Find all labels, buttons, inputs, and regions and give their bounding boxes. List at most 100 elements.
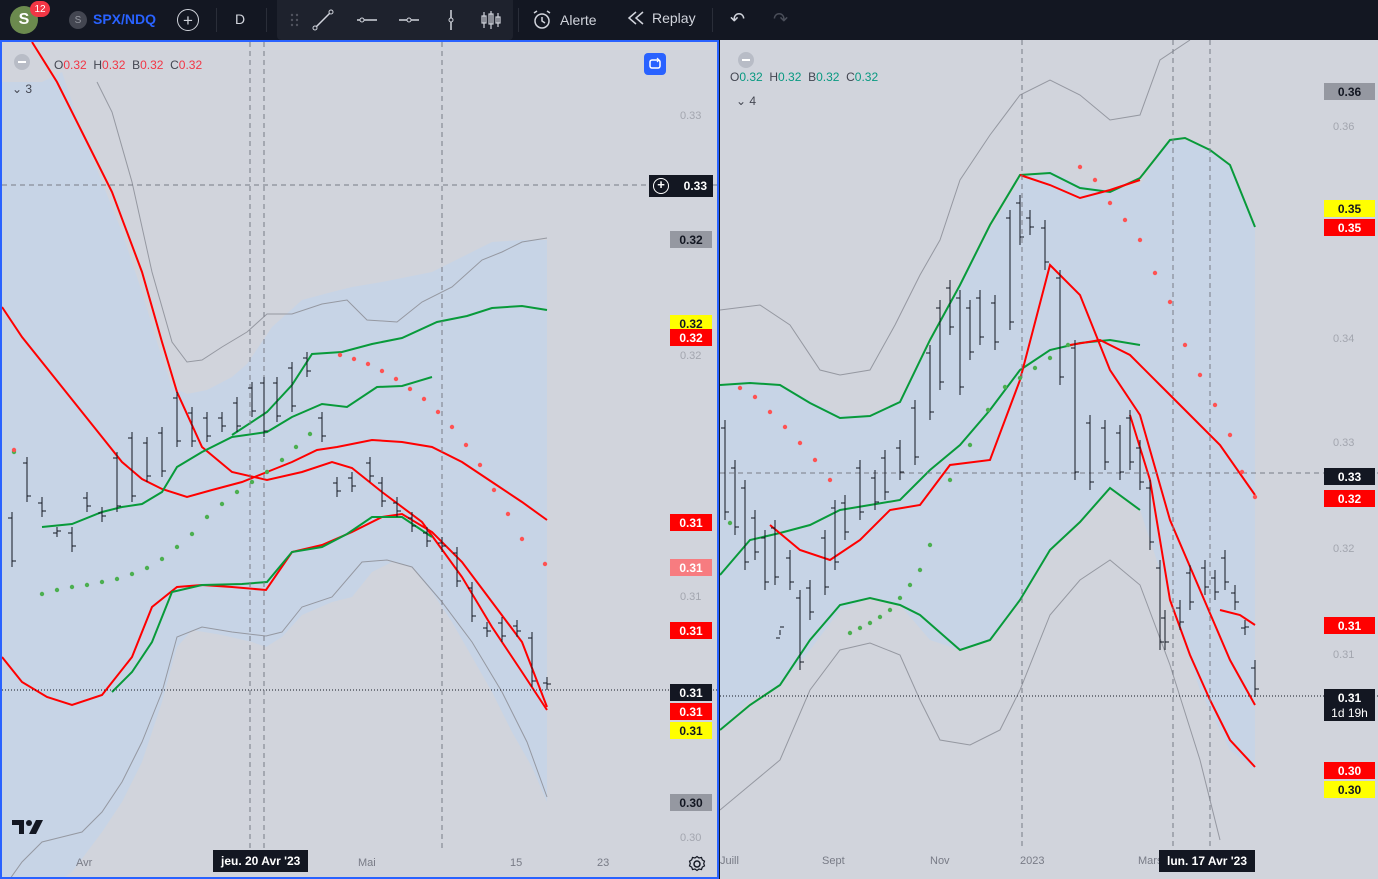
crosshair-time-tag: lun. 17 Avr '23 bbox=[1159, 850, 1255, 872]
chart-pane-left[interactable]: O0.32 H0.32 B0.32 C0.32 ⌄ 3 + 0.33 0.32 0… bbox=[0, 40, 719, 879]
psar-dot bbox=[1122, 217, 1128, 223]
crosshair-price: 0.33 bbox=[683, 179, 707, 193]
symbol-icon: S bbox=[69, 11, 87, 29]
price-tag: 0.35 bbox=[1324, 219, 1375, 236]
psar-dot bbox=[1239, 469, 1245, 475]
horizontal-ray-icon[interactable] bbox=[355, 8, 379, 32]
toolbar-divider bbox=[712, 8, 713, 32]
price-tag: 0.31 bbox=[670, 684, 712, 701]
left-price-chart[interactable] bbox=[2, 42, 717, 877]
chart-pane-right[interactable]: O0.32 H0.32 B0.32 C0.32 ⌄ 4 0.36 0.35 0.35… bbox=[719, 40, 1378, 879]
psar-dot bbox=[857, 625, 863, 631]
price-scale-label: 0.33 bbox=[1333, 437, 1355, 449]
psar-dot bbox=[1092, 177, 1098, 183]
psar-dot bbox=[907, 582, 913, 588]
indicator-count: 3 bbox=[25, 82, 33, 96]
psar-dot bbox=[159, 556, 165, 562]
psar-dot bbox=[54, 587, 60, 593]
psar-dot bbox=[782, 424, 788, 430]
psar-dot bbox=[293, 444, 299, 450]
psar-dot bbox=[1227, 432, 1233, 438]
psar-dot bbox=[189, 531, 195, 537]
psar-dot bbox=[985, 407, 991, 413]
interval-button[interactable]: D bbox=[235, 11, 245, 27]
horizontal-line-icon[interactable] bbox=[397, 8, 421, 32]
psar-dot bbox=[234, 489, 240, 495]
undo-icon[interactable]: ↶ bbox=[730, 9, 745, 30]
time-axis-label: Sept bbox=[822, 855, 845, 867]
psar-dot bbox=[421, 396, 427, 402]
psar-dot bbox=[307, 431, 313, 437]
psar-dot bbox=[927, 542, 933, 548]
psar-dot bbox=[505, 511, 511, 517]
vertical-line-icon[interactable] bbox=[439, 8, 463, 32]
psar-dot bbox=[827, 477, 833, 483]
legend-collapse-button[interactable] bbox=[14, 54, 30, 70]
replay-label: Replay bbox=[652, 10, 696, 26]
psar-dot bbox=[11, 447, 17, 453]
psar-dot bbox=[737, 385, 743, 391]
trend-line-icon[interactable] bbox=[311, 8, 335, 32]
psar-dot bbox=[727, 520, 733, 526]
psar-dot bbox=[393, 376, 399, 382]
ohlc-legend: O0.32 H0.32 B0.32 C0.32 bbox=[54, 58, 203, 72]
time-axis-label: 2023 bbox=[1020, 855, 1045, 867]
psar-dot bbox=[1032, 365, 1038, 371]
legend-collapse-button[interactable] bbox=[738, 52, 754, 68]
sync-icon[interactable] bbox=[644, 53, 666, 75]
price-tag: 0.31 bbox=[670, 559, 712, 576]
indicator-toggle[interactable]: ⌄ 3 bbox=[12, 82, 32, 96]
toolbar-divider bbox=[518, 8, 519, 32]
alarm-clock-icon bbox=[533, 10, 551, 29]
gear-icon[interactable] bbox=[688, 855, 706, 873]
drag-handle-icon[interactable] bbox=[283, 8, 307, 32]
psar-dot bbox=[877, 614, 883, 620]
psar-dot bbox=[129, 571, 135, 577]
psar-dot bbox=[797, 440, 803, 446]
psar-dot bbox=[435, 409, 441, 415]
price-scale-label: 0.32 bbox=[1333, 543, 1355, 555]
price-scale-label: 0.30 bbox=[680, 832, 702, 844]
psar-dot bbox=[1107, 200, 1113, 206]
psar-dot bbox=[264, 469, 270, 475]
channel-fill bbox=[720, 140, 1255, 770]
bar-countdown: 1d 19h bbox=[1324, 704, 1375, 721]
psar-dot bbox=[867, 620, 873, 626]
candles-icon[interactable] bbox=[479, 8, 503, 32]
psar-dot bbox=[1252, 494, 1258, 500]
psar-dot bbox=[39, 591, 45, 597]
psar-dot bbox=[752, 394, 758, 400]
right-price-chart[interactable] bbox=[720, 40, 1378, 879]
psar-dot bbox=[204, 514, 210, 520]
price-tag: 0.36 bbox=[1324, 83, 1375, 100]
psar-dot bbox=[1212, 402, 1218, 408]
redo-icon[interactable]: ↷ bbox=[773, 9, 788, 30]
psar-dot bbox=[69, 584, 75, 590]
alert-button[interactable]: Alerte bbox=[530, 8, 597, 32]
tradingview-logo-icon[interactable] bbox=[12, 816, 48, 836]
time-axis-label: Juill bbox=[720, 855, 739, 867]
symbol-search-button[interactable]: SPX/NDQ bbox=[93, 11, 156, 27]
toolbar-divider bbox=[266, 8, 267, 32]
psar-dot bbox=[477, 462, 483, 468]
price-tag: 0.35 bbox=[1324, 200, 1375, 217]
psar-dot bbox=[1182, 342, 1188, 348]
price-tag: 0.31 bbox=[1324, 617, 1375, 634]
replay-button[interactable]: Replay bbox=[626, 8, 696, 28]
price-tag: 0.31 bbox=[670, 514, 712, 531]
psar-dot bbox=[767, 409, 773, 415]
toolbar-divider bbox=[216, 8, 217, 32]
psar-dot bbox=[847, 630, 853, 636]
crosshair-time-tag: jeu. 20 Avr '23 bbox=[213, 850, 309, 872]
psar-dot bbox=[491, 487, 497, 493]
time-axis-label: Avr bbox=[76, 857, 93, 869]
psar-dot bbox=[1002, 384, 1008, 390]
time-axis-label: Nov bbox=[930, 855, 950, 867]
price-scale-label: 0.31 bbox=[1333, 649, 1355, 661]
time-axis-label: Mai bbox=[358, 857, 376, 869]
psar-dot bbox=[279, 457, 285, 463]
indicator-toggle[interactable]: ⌄ 4 bbox=[736, 94, 756, 108]
compare-symbol-plus-icon[interactable]: + bbox=[177, 9, 199, 31]
crosshair-price-tag: + 0.33 bbox=[649, 175, 713, 197]
add-plus-icon[interactable]: + bbox=[653, 178, 669, 194]
